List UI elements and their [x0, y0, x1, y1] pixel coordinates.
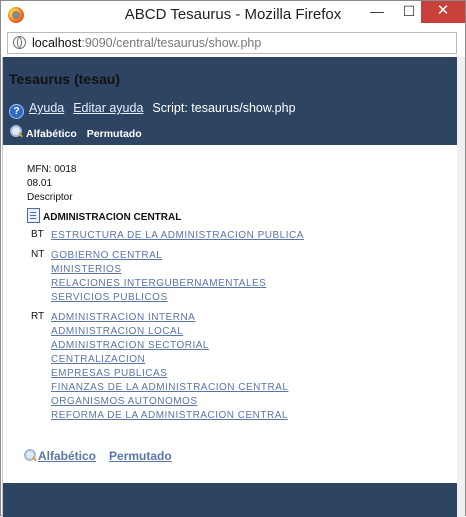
term-link[interactable]: RELACIONES INTERGUBERNAMENTALES — [51, 277, 266, 291]
help-icon[interactable]: ? — [9, 104, 24, 119]
footer-nav: Alfabético Permutado — [23, 449, 185, 463]
term-link[interactable]: SERVICIOS PUBLICOS — [51, 291, 266, 305]
header-nav: Alfabético Permutado — [9, 125, 152, 140]
term-link[interactable]: ADMINISTRACION SECTORIAL — [51, 339, 288, 353]
descriptor-term: ADMINISTRACION CENTRAL — [27, 208, 304, 223]
code-label: 08.01 — [27, 178, 53, 189]
term-link[interactable]: FINANZAS DE LA ADMINISTRACION CENTRAL — [51, 381, 288, 395]
term-link[interactable]: GOBIERNO CENTRAL — [51, 249, 266, 263]
mfn-label: MFN: 0018 — [27, 164, 77, 175]
term-link[interactable]: ESTRUCTURA DE LA ADMINISTRACION PUBLICA — [51, 229, 304, 243]
window-edge — [457, 57, 465, 517]
close-button[interactable]: ✕ — [421, 1, 465, 23]
relation-terms: ADMINISTRACION INTERNA ADMINISTRACION LO… — [51, 311, 288, 423]
relations: BT ESTRUCTURA DE LA ADMINISTRACION PUBLI… — [27, 229, 304, 423]
term-link[interactable]: ORGANISMOS AUTONOMOS — [51, 395, 288, 409]
script-label: Script: tesaurus/show.php — [152, 101, 296, 115]
term-link[interactable]: CENTRALIZACION — [51, 353, 288, 367]
page-title: Tesaurus (tesau) — [9, 71, 120, 87]
record-content: MFN: 0018 08.01 Descriptor ADMINISTRACIO… — [27, 163, 304, 423]
term-link[interactable]: ADMINISTRACION INTERNA — [51, 311, 288, 325]
edit-help-link[interactable]: Editar ayuda — [73, 101, 143, 115]
relation-rt: RT ADMINISTRACION INTERNA ADMINISTRACION… — [27, 311, 304, 423]
header-band: Tesaurus (tesau) ? Ayuda Editar ayuda Scrip… — [3, 57, 458, 145]
term-link[interactable]: MINISTERIOS — [51, 263, 266, 277]
term-link[interactable]: REFORMA DE LA ADMINISTRACION CENTRAL — [51, 409, 288, 423]
relation-terms: GOBIERNO CENTRAL MINISTERIOS RELACIONES … — [51, 249, 266, 305]
footer-band — [3, 483, 458, 517]
footer-alphabetic-link[interactable]: Alfabético — [38, 449, 96, 463]
document-icon[interactable] — [27, 208, 40, 223]
alphabetic-link[interactable]: Alfabético — [26, 128, 77, 140]
relation-code: NT — [31, 249, 45, 260]
help-bar: ? Ayuda Editar ayuda Script: tesaurus/show.… — [9, 101, 296, 119]
address-bar[interactable]: localhost:9090/central/tesaurus/show.php — [7, 32, 457, 54]
footer-permuted-link[interactable]: Permutado — [109, 449, 172, 463]
url-host: localhost — [32, 36, 82, 50]
help-link[interactable]: Ayuda — [29, 101, 64, 115]
descriptor-label: ADMINISTRACION CENTRAL — [43, 212, 182, 223]
url-path: :9090/central/tesaurus/show.php — [81, 36, 262, 50]
url-text[interactable]: localhost:9090/central/tesaurus/show.php — [32, 36, 261, 50]
relation-terms: ESTRUCTURA DE LA ADMINISTRACION PUBLICA — [51, 229, 304, 243]
search-icon — [9, 125, 23, 139]
title-bar: ABCD Tesaurus - Mozilla Firefox — ☐ ✕ — [1, 1, 465, 29]
browser-window: ABCD Tesaurus - Mozilla Firefox — ☐ ✕ lo… — [0, 0, 466, 517]
type-label: Descriptor — [27, 192, 73, 203]
page-content: Tesaurus (tesau) ? Ayuda Editar ayuda Scrip… — [2, 57, 458, 517]
minimize-button[interactable]: — — [361, 1, 393, 23]
relation-bt: BT ESTRUCTURA DE LA ADMINISTRACION PUBLI… — [27, 229, 304, 243]
term-link[interactable]: EMPRESAS PUBLICAS — [51, 367, 288, 381]
relation-code: BT — [31, 229, 44, 240]
term-link[interactable]: ADMINISTRACION LOCAL — [51, 325, 288, 339]
permuted-link[interactable]: Permutado — [87, 128, 142, 140]
globe-icon — [13, 36, 26, 49]
search-icon — [23, 449, 37, 463]
relation-nt: NT GOBIERNO CENTRAL MINISTERIOS RELACION… — [27, 249, 304, 305]
record-meta: MFN: 0018 08.01 Descriptor — [27, 163, 304, 205]
relation-code: RT — [31, 311, 45, 322]
